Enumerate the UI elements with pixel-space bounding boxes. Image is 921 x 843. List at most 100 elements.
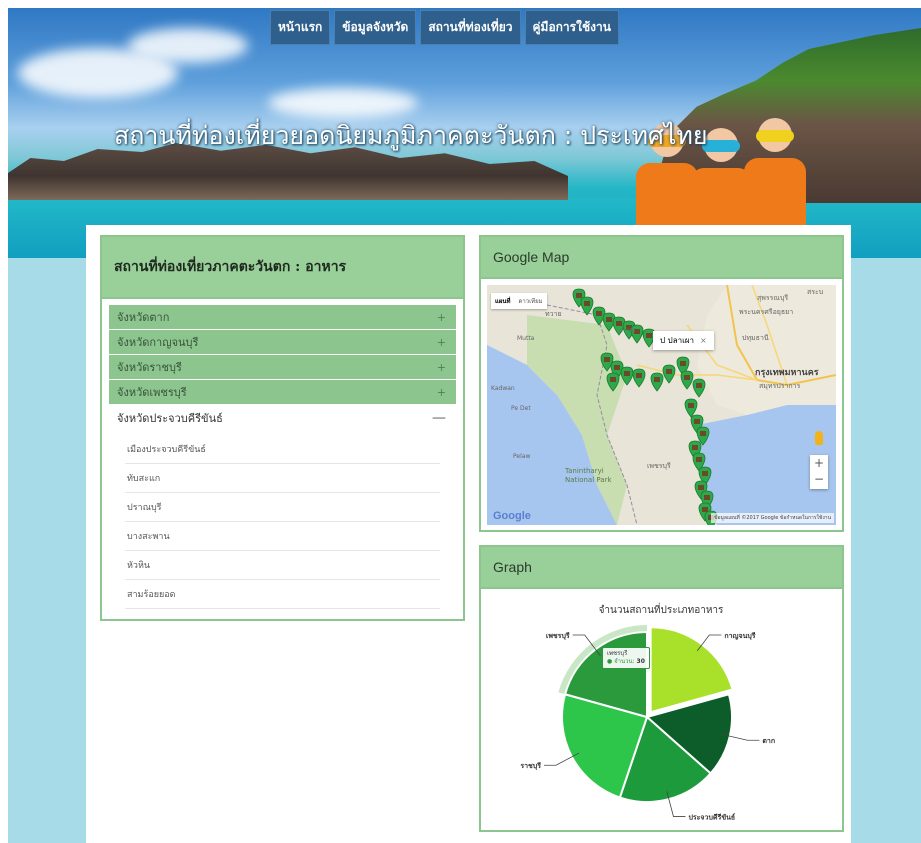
restaurant-icon — [604, 357, 610, 362]
chart-tooltip: เพชรบุรี ● จำนวน: 30 — [602, 647, 650, 669]
accordion-item-label: จังหวัดประจวบคีรีขันธ์ — [117, 411, 223, 425]
cloud-shape — [268, 88, 418, 118]
map-label: Tanintharyi National Park — [565, 467, 612, 484]
map-label: ปทุมธานี — [742, 334, 769, 342]
restaurant-icon — [624, 371, 630, 376]
map-label: Mutta — [517, 335, 535, 342]
restaurant-icon — [646, 333, 652, 338]
restaurant-icon — [696, 457, 702, 462]
plus-icon: + — [436, 310, 446, 324]
restaurant-icon — [614, 365, 620, 370]
restaurant-icon — [584, 301, 590, 306]
hero-banner: สถานที่ท่องเที่ยวยอดนิยมภูมิภาคตะวันตก :… — [8, 8, 921, 258]
restaurant-icon — [596, 311, 602, 316]
district-item[interactable]: เมืองประจวบคีรีขันธ์ — [125, 435, 440, 464]
map-label: กาญ — [621, 326, 636, 334]
map-type-toggle: แผนที่ ดาวเทียม — [491, 293, 547, 309]
accordion-item-label: จังหวัดราชบุรี — [117, 361, 182, 374]
plus-icon: + — [436, 360, 446, 374]
restaurant-icon — [654, 377, 660, 382]
pie-slice-label: เพชรบุรี — [546, 632, 570, 640]
tooltip-title: เพชรบุรี — [607, 650, 628, 657]
accordion-item-label: จังหวัดเพชรบุรี — [117, 386, 187, 399]
map-label: Pelaw — [513, 453, 531, 460]
map-attribution: ข้อมูลแผนที่ ©2017 Google ข้อกำหนดในการใ… — [711, 513, 834, 523]
restaurant-icon — [606, 317, 612, 322]
restaurant-icon — [694, 419, 700, 424]
map-label: Pe Det — [511, 405, 531, 412]
graph-area: จำนวนสถานที่ประเภทอาหาร กาญจนบุรีตากประจ… — [487, 595, 836, 825]
restaurant-icon — [702, 471, 708, 476]
panel-title: สถานที่ท่องเที่ยวภาคตะวันตก : อาหาร — [102, 237, 463, 299]
map-type-map[interactable]: แผนที่ — [491, 293, 514, 309]
restaurant-icon — [698, 485, 704, 490]
nav-province-info[interactable]: ข้อมูลจังหวัด — [334, 10, 417, 45]
pie-slice-label: กาญจนบุรี — [724, 632, 755, 640]
pie-slice-label: ประจวบคีรีขันธ์ — [688, 813, 735, 822]
district-item[interactable]: ปราณบุรี — [125, 493, 440, 522]
province-accordion: จังหวัดตาก + จังหวัดกาญจนบุรี + จังหวัดร… — [109, 305, 456, 609]
google-logo: Google — [493, 510, 531, 522]
marker-popup: ป ปลาเผา × — [653, 331, 714, 350]
nav-attractions[interactable]: สถานที่ท่องเที่ยว — [420, 10, 521, 45]
restaurant-icon — [610, 377, 616, 382]
pie-slice-label: ราชบุรี — [520, 762, 541, 770]
tooltip-value: 30 — [636, 658, 645, 665]
zoom-in-button[interactable]: + — [814, 455, 824, 472]
nav-manual[interactable]: คู่มือการใช้งาน — [524, 10, 619, 45]
map-label-bangkok: กรุงเทพมหานคร — [755, 368, 819, 378]
nav-home[interactable]: หน้าแรก — [270, 10, 331, 45]
district-item[interactable]: สามร้อยยอด — [125, 580, 440, 609]
accordion-item-kanchanaburi[interactable]: จังหวัดกาญจนบุรี + — [109, 330, 456, 355]
accordion-item-label: จังหวัดตาก — [117, 311, 170, 324]
graph-panel: Graph จำนวนสถานที่ประเภทอาหาร กาญจนบุรีต… — [479, 545, 844, 832]
google-map[interactable]: แผนที่ ดาวเทียม ป ปลาเผา × กรุงเทพมหานคร… — [487, 285, 836, 525]
top-nav: หน้าแรก ข้อมูลจังหวัด สถานที่ท่องเที่ยว … — [270, 10, 619, 45]
restaurant-icon — [684, 375, 690, 380]
hero-title: สถานที่ท่องเที่ยวยอดนิยมภูมิภาคตะวันตก :… — [114, 121, 708, 150]
plus-icon: + — [436, 335, 446, 349]
restaurant-icon — [692, 445, 698, 450]
close-icon[interactable]: × — [700, 336, 707, 345]
plus-icon: + — [436, 385, 446, 399]
pie-chart: จำนวนสถานที่ประเภทอาหาร กาญจนบุรีตากประจ… — [520, 602, 775, 822]
restaurant-icon — [636, 373, 642, 378]
zoom-control: + − — [810, 455, 828, 489]
accordion-item-label: จังหวัดกาญจนบุรี — [117, 336, 199, 349]
chart-title: จำนวนสถานที่ประเภทอาหาร — [599, 602, 724, 616]
restaurant-icon — [680, 361, 686, 366]
restaurant-icon — [702, 507, 708, 512]
map-label: สมุทรปราการ — [759, 382, 801, 390]
map-label: สุพรรณบุรี — [757, 294, 789, 302]
restaurant-icon — [666, 369, 672, 374]
popup-label: ป ปลาเผา — [660, 336, 695, 345]
restaurant-icon — [696, 383, 702, 388]
map-label: ทวาย — [545, 310, 562, 318]
map-type-satellite[interactable]: ดาวเทียม — [514, 293, 546, 309]
district-item[interactable]: หัวหิน — [125, 551, 440, 580]
restaurant-icon — [700, 431, 706, 436]
restaurant-icon — [576, 293, 582, 298]
attractions-panel: สถานที่ท่องเที่ยวภาคตะวันตก : อาหาร จังห… — [100, 235, 465, 621]
minus-icon: — — [432, 409, 446, 426]
district-item[interactable]: บางสะพาน — [125, 522, 440, 551]
restaurant-icon — [704, 495, 710, 500]
map-label: เพชรบุรี — [647, 462, 671, 470]
map-label: พระนครศรีอยุธยา — [739, 308, 794, 316]
map-label: Kadwan — [491, 385, 515, 392]
accordion-item-prachuap[interactable]: จังหวัดประจวบคีรีขันธ์ — — [109, 405, 456, 431]
zoom-out-button[interactable]: − — [814, 472, 824, 489]
panel-title: Google Map — [481, 237, 842, 279]
restaurant-icon — [688, 403, 694, 408]
district-item[interactable]: ทับสะแก — [125, 464, 440, 493]
google-map-panel: Google Map แผนที่ ดาวเทียม ป ปลาเผา × กร… — [479, 235, 844, 532]
cloud-shape — [128, 28, 248, 63]
pie-slice-label: ตาก — [762, 737, 775, 745]
accordion-item-tak[interactable]: จังหวัดตาก + — [109, 305, 456, 330]
accordion-item-ratchaburi[interactable]: จังหวัดราชบุรี + — [109, 355, 456, 380]
panel-title: Graph — [481, 547, 842, 589]
map-canvas — [487, 285, 836, 525]
accordion-item-phetchaburi[interactable]: จังหวัดเพชรบุรี + — [109, 380, 456, 405]
pegman-icon[interactable] — [815, 431, 823, 445]
tooltip-label: ● จำนวน: — [607, 658, 635, 665]
